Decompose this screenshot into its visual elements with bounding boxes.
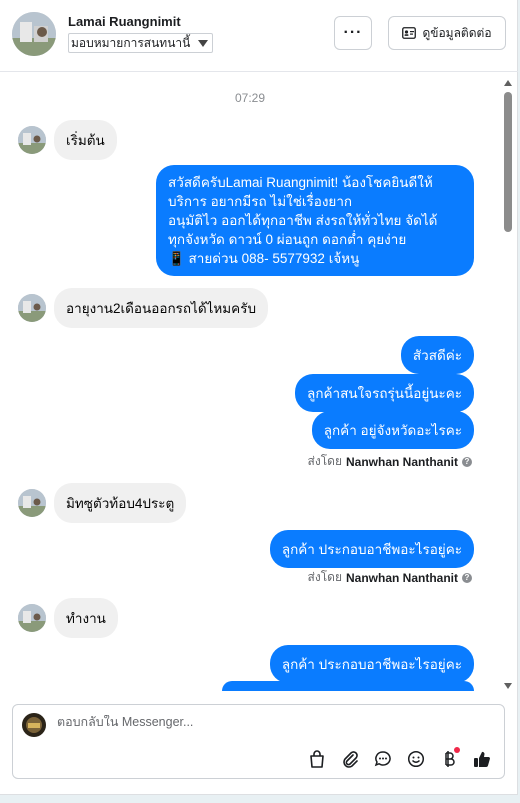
scroll-down-arrow-icon[interactable] [504, 683, 512, 689]
help-icon[interactable]: ? [462, 572, 472, 583]
sent-by-label: ส่งโดย Nanwhan Nanthanit ? [308, 568, 472, 587]
avatar [18, 126, 46, 154]
bag-icon[interactable] [307, 749, 327, 769]
chat-icon[interactable] [373, 749, 393, 769]
message-line: สวัสดีครับLamai Ruangnimit! น้องโชคยินดี… [168, 175, 433, 190]
sender-name[interactable]: Nanwhan Nanthanit [346, 455, 458, 469]
messenger-panel: Lamai Ruangnimit มอบหมายการสนทนานี้ ··· … [0, 0, 518, 795]
assign-select-value: มอบหมายการสนทนานี้ [71, 36, 191, 50]
help-icon[interactable]: ? [462, 456, 472, 467]
avatar [18, 604, 46, 632]
scrollbar[interactable] [500, 76, 516, 691]
outgoing-bubble-partial[interactable] [222, 681, 474, 691]
assign-conversation-select[interactable]: มอบหมายการสนทนานี้ [68, 33, 214, 53]
scroll-up-arrow-icon[interactable] [504, 80, 512, 86]
more-options-button[interactable]: ··· [334, 16, 372, 50]
scroll-thumb[interactable] [504, 92, 512, 232]
conversation-header: Lamai Ruangnimit มอบหมายการสนทนานี้ ··· … [0, 0, 518, 72]
avatar [18, 294, 46, 322]
sender-name[interactable]: Nanwhan Nanthanit [346, 571, 458, 585]
outgoing-bubble[interactable]: ลูกค้า อยู่จังหวัดอะไรคะ [311, 411, 474, 449]
sent-by-label: ส่งโดย Nanwhan Nanthanit ? [308, 452, 472, 471]
avatar[interactable] [12, 12, 56, 56]
view-contact-info-button[interactable]: ดูข้อมูลติดต่อ [388, 16, 506, 50]
reply-input[interactable] [57, 715, 457, 729]
contact-card-icon [402, 27, 417, 39]
message-thread[interactable]: 07:29 เริ่มต้น สวัสดีครับLamai Ruangnimi… [0, 73, 518, 691]
outgoing-bubble[interactable]: สัวสดีค่ะ [400, 336, 474, 374]
composer-toolbar [307, 747, 492, 769]
incoming-message: อายุงาน2เดือนออกรถได้ไหมครับ [18, 288, 269, 328]
message-line: อนุมัติไว ออกได้ทุกอาชีพ ส่งรถให้ทั่วไทย… [168, 213, 438, 228]
baht-icon[interactable] [439, 747, 460, 769]
sent-by-prefix: ส่งโดย [307, 570, 342, 584]
incoming-bubble[interactable]: มิทซูตัวท้อบ4ประตู [54, 483, 187, 523]
notification-dot [454, 747, 460, 753]
sent-by-prefix: ส่งโดย [307, 454, 342, 468]
incoming-message: มิทซูตัวท้อบ4ประตู [18, 483, 187, 523]
incoming-bubble[interactable]: ทำงาน [54, 598, 118, 638]
avatar [18, 489, 46, 517]
contact-name[interactable]: Lamai Ruangnimit [68, 14, 181, 29]
incoming-bubble[interactable]: เริ่มต้น [54, 120, 117, 160]
chevron-down-icon [198, 40, 209, 47]
outgoing-bubble[interactable]: สวัสดีครับLamai Ruangnimit! น้องโชคยินดี… [156, 165, 474, 276]
thumbs-up-icon[interactable] [472, 749, 492, 769]
message-line: บริการ อยากมีรถ ไม่ใช่เรื่องยาก [168, 194, 353, 209]
message-line: ทุกจังหวัด ดาวน์ 0 ผ่อนถูก ดอกต่ำ คุยง่า… [168, 232, 407, 247]
view-contact-info-label: ดูข้อมูลติดต่อ [422, 25, 492, 40]
outgoing-bubble[interactable]: ลูกค้า ประกอบอาชีพอะไรอยู่คะ [269, 530, 474, 568]
emoji-icon[interactable] [406, 749, 426, 769]
outgoing-bubble[interactable]: ลูกค้า ประกอบอาชีพอะไรอยู่คะ [269, 645, 474, 683]
incoming-message: เริ่มต้น [18, 120, 117, 160]
page-avatar [22, 713, 46, 737]
paperclip-icon[interactable] [340, 749, 360, 769]
message-timestamp: 07:29 [234, 91, 266, 105]
incoming-bubble[interactable]: อายุงาน2เดือนออกรถได้ไหมครับ [54, 288, 269, 328]
incoming-message: ทำงาน [18, 598, 118, 638]
more-icon: ··· [343, 24, 363, 41]
message-line: 📱 สายด่วน 088- 5577932 เจ้หนู [168, 251, 360, 266]
outgoing-bubble[interactable]: ลูกค้าสนใจรถรุ่นนี้อยู่นะคะ [295, 374, 474, 412]
message-composer[interactable] [12, 704, 505, 779]
